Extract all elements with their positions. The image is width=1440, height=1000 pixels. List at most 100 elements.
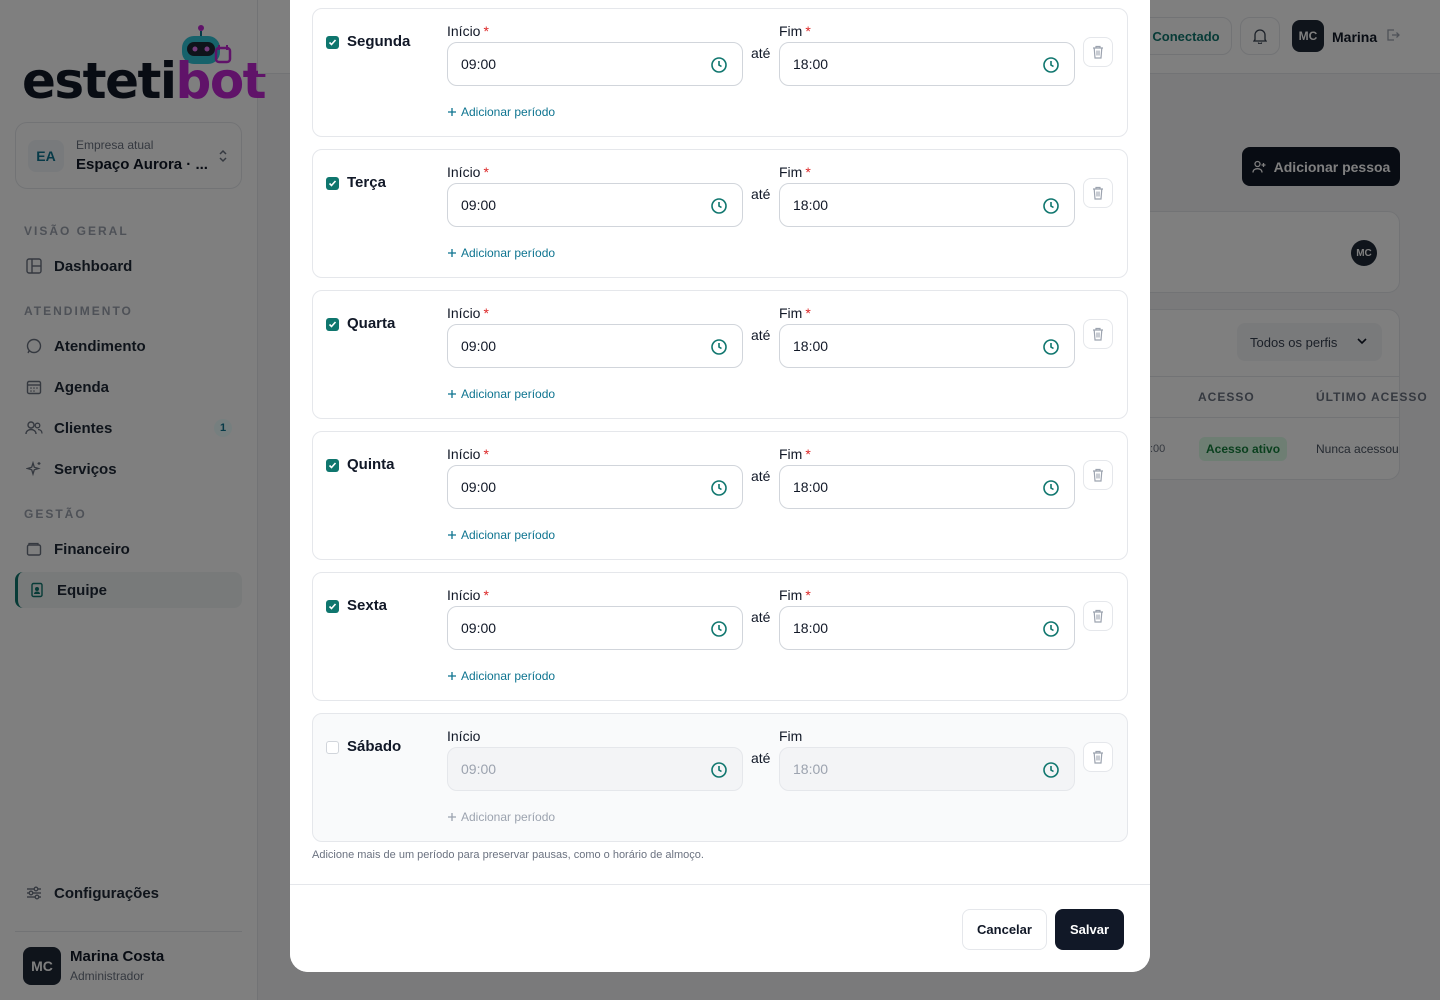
start-time-input[interactable]: 09:00 bbox=[447, 747, 743, 791]
day-enabled-checkbox[interactable] bbox=[326, 36, 339, 49]
day-name: Sexta bbox=[347, 597, 388, 614]
plus-icon bbox=[448, 108, 456, 116]
day-enabled-checkbox[interactable] bbox=[326, 177, 339, 190]
day-enabled-checkbox[interactable] bbox=[326, 459, 339, 472]
end-label: Fim * bbox=[779, 305, 811, 321]
start-time-value: 09:00 bbox=[461, 620, 497, 636]
end-time-value: 18:00 bbox=[793, 56, 829, 72]
start-time-value: 09:00 bbox=[461, 338, 497, 354]
range-separator: até bbox=[751, 750, 771, 766]
day-name: Segunda bbox=[347, 33, 411, 50]
add-period-link[interactable]: Adicionar período bbox=[447, 387, 555, 401]
start-time-input[interactable]: 09:00 bbox=[447, 324, 743, 368]
day-card-quarta: Quarta Início * 09:00 até Fim * 18:00 Adic… bbox=[312, 290, 1128, 419]
delete-period-button[interactable] bbox=[1083, 37, 1113, 67]
range-separator: até bbox=[751, 609, 771, 625]
end-time-input[interactable]: 18:00 bbox=[779, 465, 1075, 509]
end-label: Fim * bbox=[779, 587, 811, 603]
start-label: Início * bbox=[447, 23, 489, 39]
start-time-input[interactable]: 09:00 bbox=[447, 465, 743, 509]
add-period-label: Adicionar período bbox=[461, 669, 556, 683]
clock-icon bbox=[1043, 621, 1059, 637]
clock-icon bbox=[1043, 57, 1059, 73]
start-label: Início * bbox=[447, 587, 489, 603]
clock-icon bbox=[711, 621, 727, 637]
add-period-label: Adicionar período bbox=[461, 387, 556, 401]
delete-period-button[interactable] bbox=[1083, 742, 1113, 772]
day-enabled-checkbox[interactable] bbox=[326, 318, 339, 331]
add-period-label: Adicionar período bbox=[461, 528, 556, 542]
plus-icon bbox=[448, 390, 456, 398]
end-time-input[interactable]: 18:00 bbox=[779, 747, 1075, 791]
day-name: Sábado bbox=[347, 738, 402, 755]
end-label: Fim * bbox=[779, 164, 811, 180]
add-period-link[interactable]: Adicionar período bbox=[447, 246, 555, 260]
check-icon bbox=[328, 180, 337, 187]
start-time-value: 09:00 bbox=[461, 197, 497, 213]
start-time-value: 09:00 bbox=[461, 761, 497, 777]
end-time-input[interactable]: 18:00 bbox=[779, 183, 1075, 227]
add-period-link[interactable]: Adicionar período bbox=[447, 528, 555, 542]
start-label: Início * bbox=[447, 164, 489, 180]
clock-icon bbox=[711, 57, 727, 73]
range-separator: até bbox=[751, 45, 771, 61]
cancel-button[interactable]: Cancelar bbox=[962, 909, 1047, 950]
plus-icon bbox=[448, 813, 456, 821]
clock-icon bbox=[711, 480, 727, 496]
clock-icon bbox=[1043, 480, 1059, 496]
end-time-input[interactable]: 18:00 bbox=[779, 606, 1075, 650]
end-time-value: 18:00 bbox=[793, 620, 829, 636]
trash-icon bbox=[1093, 327, 1103, 341]
clock-icon bbox=[711, 762, 727, 778]
check-icon bbox=[328, 39, 337, 46]
trash-icon bbox=[1093, 186, 1103, 200]
start-time-input[interactable]: 09:00 bbox=[447, 42, 743, 86]
range-separator: até bbox=[751, 327, 771, 343]
plus-icon bbox=[448, 531, 456, 539]
day-name: Quarta bbox=[347, 315, 396, 332]
delete-period-button[interactable] bbox=[1083, 460, 1113, 490]
add-period-link[interactable]: Adicionar período bbox=[447, 669, 555, 683]
plus-icon bbox=[448, 672, 456, 680]
clock-icon bbox=[1043, 339, 1059, 355]
add-period-link[interactable]: Adicionar período bbox=[447, 810, 555, 824]
check-icon bbox=[328, 321, 337, 328]
day-name: Terça bbox=[347, 174, 386, 191]
clock-icon bbox=[711, 339, 727, 355]
start-time-input[interactable]: 09:00 bbox=[447, 183, 743, 227]
add-period-label: Adicionar período bbox=[461, 246, 556, 260]
save-button[interactable]: Salvar bbox=[1055, 909, 1124, 950]
day-enabled-checkbox[interactable] bbox=[326, 600, 339, 613]
day-card-terca: Terça Início * 09:00 até Fim * 18:00 Adici… bbox=[312, 149, 1128, 278]
day-enabled-checkbox[interactable] bbox=[326, 741, 339, 754]
start-time-value: 09:00 bbox=[461, 479, 497, 495]
start-label: Início * bbox=[447, 305, 489, 321]
trash-icon bbox=[1093, 468, 1103, 482]
working-hours-modal: Segunda Início * 09:00 até Fim * 18:00 Adi… bbox=[290, 0, 1150, 972]
end-label: Fim bbox=[779, 728, 803, 744]
clock-icon bbox=[711, 198, 727, 214]
clock-icon bbox=[1043, 762, 1059, 778]
trash-icon bbox=[1093, 609, 1103, 623]
start-time-input[interactable]: 09:00 bbox=[447, 606, 743, 650]
day-card-sabado: Sábado Início 09:00 até Fim 18:00 Adicio… bbox=[312, 713, 1128, 842]
check-icon bbox=[328, 603, 337, 610]
delete-period-button[interactable] bbox=[1083, 601, 1113, 631]
schedule-hint: Adicione mais de um período para preserv… bbox=[312, 849, 704, 861]
day-name: Quinta bbox=[347, 456, 395, 473]
start-time-value: 09:00 bbox=[461, 56, 497, 72]
end-time-input[interactable]: 18:00 bbox=[779, 324, 1075, 368]
add-period-label: Adicionar período bbox=[461, 105, 556, 119]
end-time-value: 18:00 bbox=[793, 479, 829, 495]
end-time-value: 18:00 bbox=[793, 197, 829, 213]
end-time-input[interactable]: 18:00 bbox=[779, 42, 1075, 86]
range-separator: até bbox=[751, 468, 771, 484]
end-label: Fim * bbox=[779, 446, 811, 462]
add-period-label: Adicionar período bbox=[461, 810, 556, 824]
day-card-sexta: Sexta Início * 09:00 até Fim * 18:00 Adici… bbox=[312, 572, 1128, 701]
add-period-link[interactable]: Adicionar período bbox=[447, 105, 555, 119]
day-card-segunda: Segunda Início * 09:00 até Fim * 18:00 Adi… bbox=[312, 8, 1128, 137]
delete-period-button[interactable] bbox=[1083, 319, 1113, 349]
delete-period-button[interactable] bbox=[1083, 178, 1113, 208]
plus-icon bbox=[448, 249, 456, 257]
